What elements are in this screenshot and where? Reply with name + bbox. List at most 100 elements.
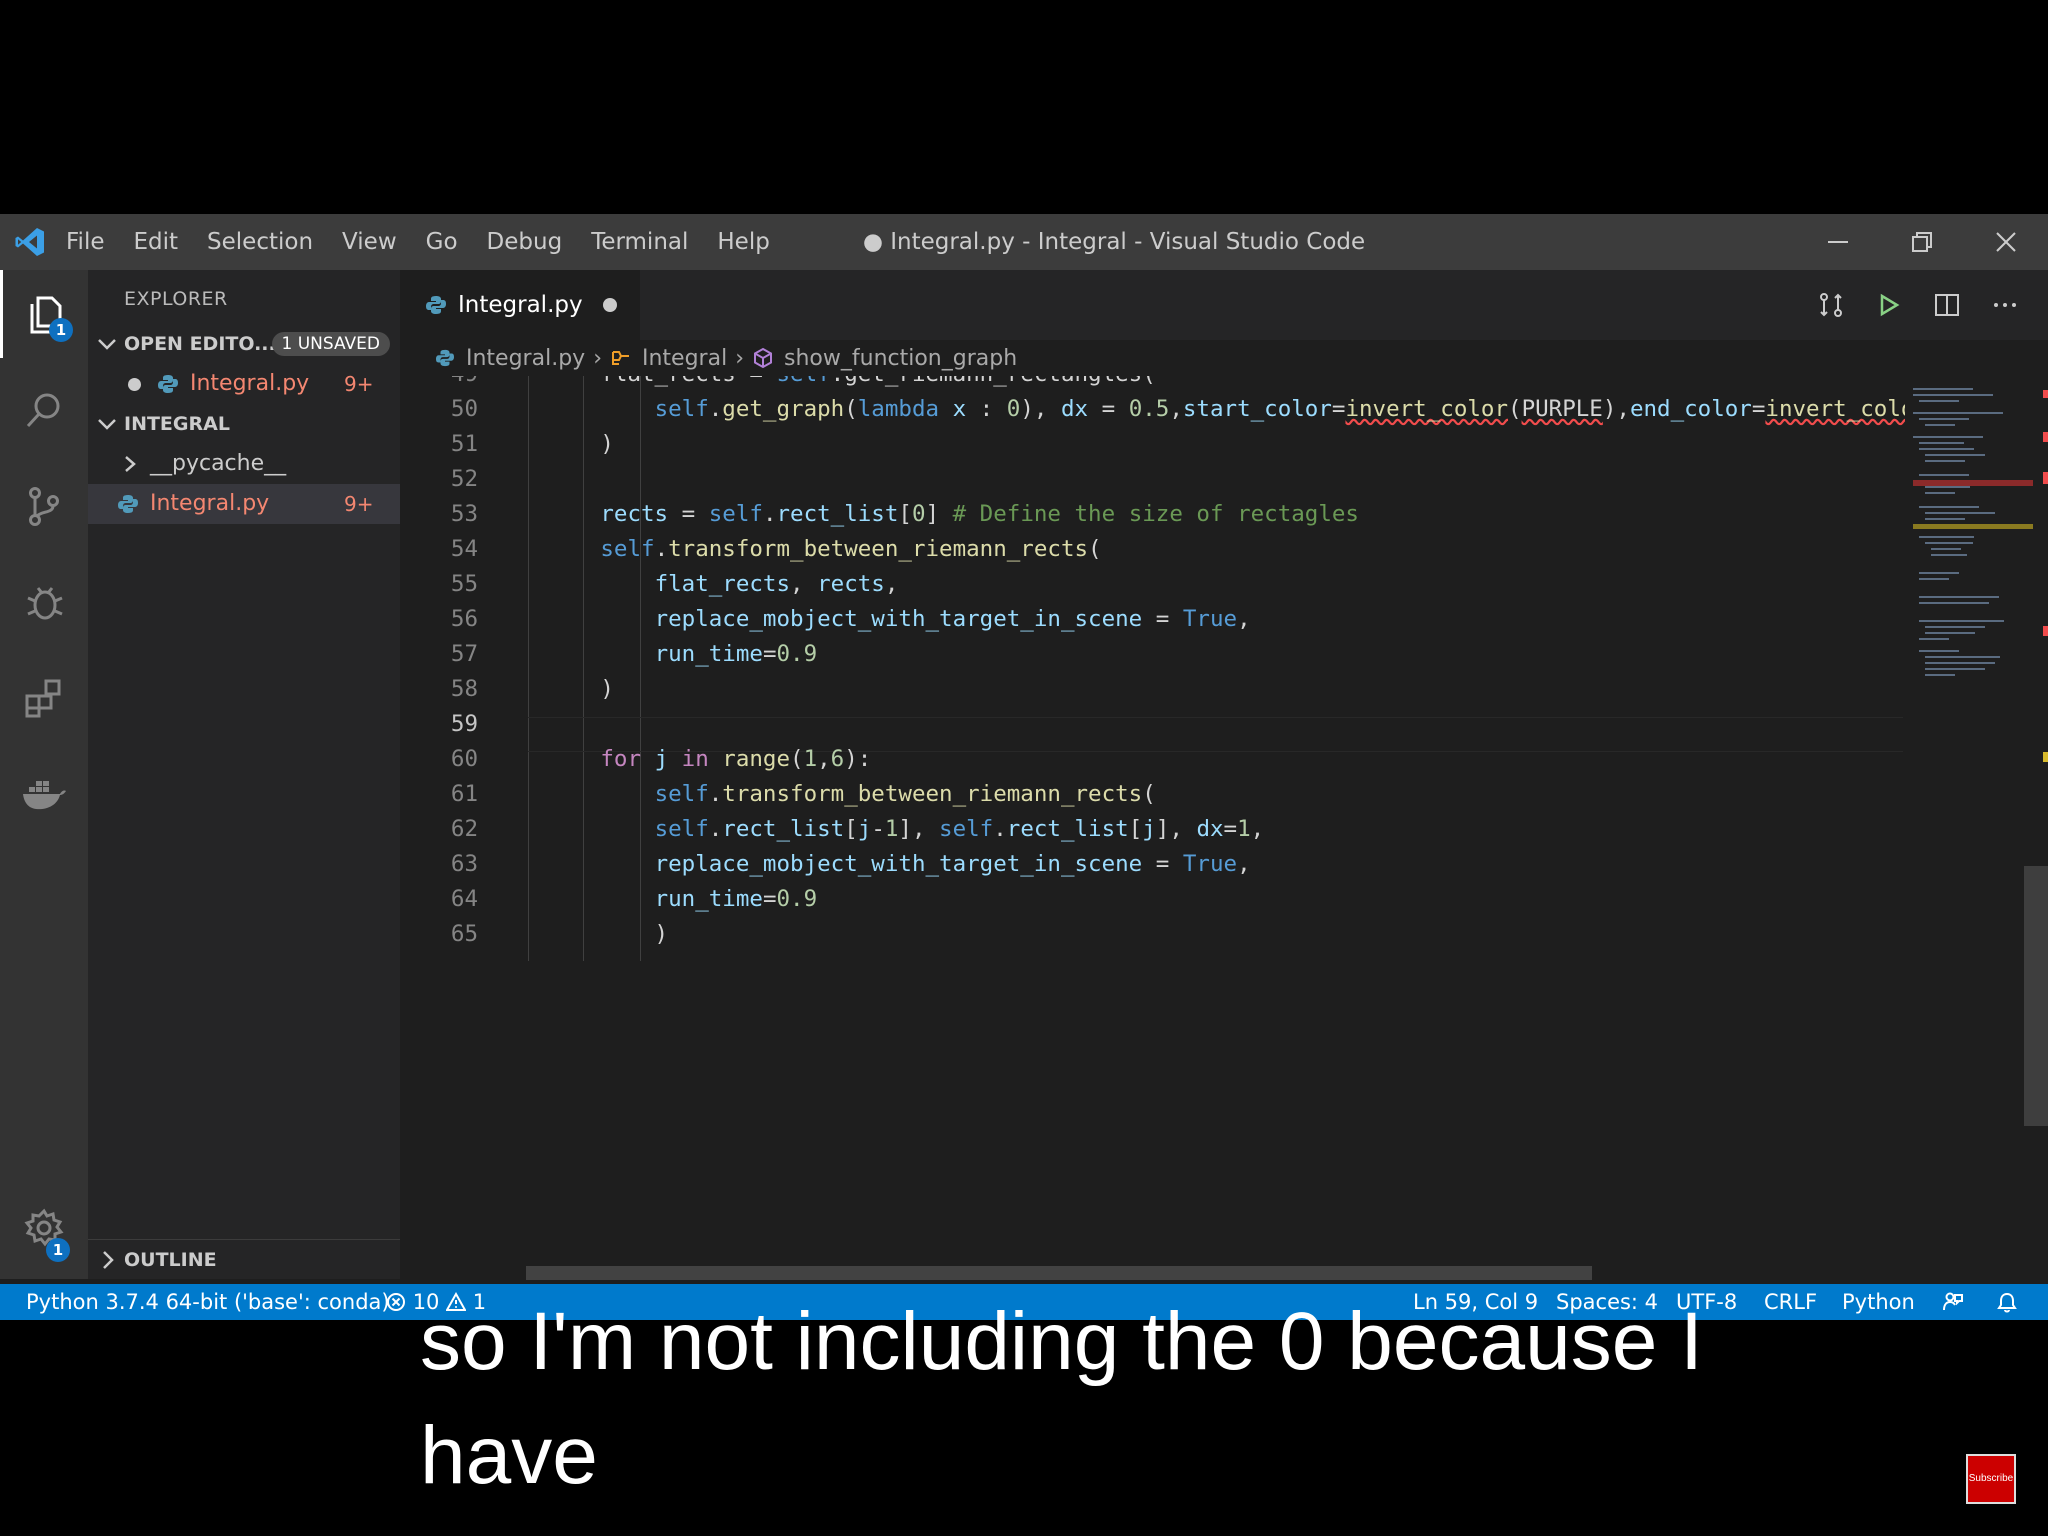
explorer-sidebar: EXPLORER OPEN EDITO... 1 UNSAVED Integra… — [88, 270, 400, 1279]
open-editor-problems: 9+ — [344, 372, 374, 396]
split-editor-icon — [1935, 294, 1959, 316]
activity-search[interactable] — [0, 366, 88, 454]
code-line: 50 self.get_graph(lambda x : 0), dx = 0.… — [400, 392, 1905, 427]
minimize-icon — [1828, 241, 1848, 243]
code-line: 60 for j in range(1,6): — [400, 742, 1905, 777]
activity-debug[interactable] — [0, 558, 88, 646]
minimize-button[interactable] — [1796, 214, 1880, 270]
close-icon — [1996, 232, 2016, 252]
minimap[interactable] — [1905, 376, 2048, 1276]
tree-item-integral-py[interactable]: Integral.py 9+ — [88, 484, 400, 524]
python-file-icon — [426, 296, 446, 314]
breadcrumb: Integral.py › Integral › show_function_g… — [400, 340, 2048, 376]
code-line: 58 ) — [400, 672, 1905, 707]
tree-item-problems: 9+ — [344, 492, 374, 516]
line-number: 52 — [450, 466, 478, 492]
tree-item-label: __pycache__ — [150, 451, 287, 476]
activity-source-control[interactable] — [0, 462, 88, 550]
horizontal-scrollbar[interactable] — [526, 1266, 1592, 1280]
activity-manage[interactable]: 1 — [0, 1184, 88, 1272]
unsaved-badge: 1 UNSAVED — [271, 332, 390, 356]
activity-bar: 1 1 — [0, 270, 88, 1279]
bell-icon — [1997, 1292, 2017, 1313]
split-editor-button[interactable] — [1918, 285, 1976, 325]
open-changes-button[interactable] — [1802, 285, 1860, 325]
line-number: 54 — [450, 536, 478, 562]
video-caption: so I'm not including the 0 because I hav… — [420, 1285, 1980, 1513]
line-number: 63 — [450, 851, 478, 877]
editor-tabs: Integral.py — [400, 270, 2048, 340]
restore-icon — [1912, 232, 1932, 252]
breadcrumb-class[interactable]: Integral — [642, 346, 727, 371]
vertical-scrollbar[interactable] — [2024, 866, 2048, 1126]
error-icon — [387, 1293, 405, 1311]
line-number: 51 — [450, 431, 478, 457]
code-line: 54 self.transform_between_riemann_rects( — [400, 532, 1905, 567]
line-number: 62 — [450, 816, 478, 842]
tab-integral-py[interactable]: Integral.py — [400, 270, 640, 340]
line-number: 50 — [450, 396, 478, 422]
unsaved-dot-icon[interactable] — [602, 298, 617, 312]
python-interpreter[interactable]: Python 3.7.4 64-bit ('base': conda) — [26, 1284, 390, 1320]
compare-changes-icon — [1820, 293, 1842, 317]
outline-label: OUTLINE — [124, 1249, 217, 1271]
line-content: self.transform_between_riemann_rects( — [654, 781, 1156, 807]
subscribe-watermark[interactable]: Subscribe — [1966, 1454, 2016, 1504]
vscode-window: File Edit Selection View Go Debug Termin… — [0, 214, 2048, 1320]
notifications-button[interactable] — [1996, 1284, 2018, 1320]
tree-item-pycache[interactable]: __pycache__ — [88, 444, 400, 484]
more-actions-button[interactable] — [1976, 285, 2034, 325]
tree-item-label: Integral.py — [150, 491, 270, 516]
code-line: 64 run_time=0.9 — [400, 882, 1905, 917]
ellipsis-icon — [1994, 303, 2016, 307]
settings-badge: 1 — [46, 1238, 70, 1262]
breadcrumb-method[interactable]: show_function_graph — [784, 346, 1017, 371]
open-editors-label: OPEN EDITO... — [124, 333, 276, 355]
activity-extensions[interactable] — [0, 654, 88, 742]
line-number: 57 — [450, 641, 478, 667]
line-number: 58 — [450, 676, 478, 702]
line-number: 65 — [450, 921, 478, 947]
python-file-icon — [436, 349, 454, 367]
activity-docker[interactable] — [0, 750, 88, 838]
line-content: flat_rects = self.get_riemann_rectangles… — [492, 376, 1155, 392]
activity-explorer[interactable]: 1 — [0, 270, 88, 358]
restore-button[interactable] — [1880, 214, 1964, 270]
unsaved-dot-icon — [128, 378, 141, 391]
caption-line-2: have — [420, 1410, 598, 1501]
extensions-icon — [25, 679, 61, 718]
code-line: 52 — [400, 462, 1905, 497]
chevron-right-icon: › — [735, 345, 745, 371]
line-content: ) — [492, 676, 614, 702]
code-line: 59 — [400, 707, 1905, 742]
python-file-icon — [158, 375, 178, 393]
play-icon — [1880, 293, 1900, 317]
line-content: rects = self.rect_list[0] # Define the s… — [600, 501, 1359, 527]
source-control-icon — [29, 487, 59, 526]
line-number: 59 — [450, 711, 478, 737]
chevron-right-icon — [125, 456, 136, 472]
line-content: for j in range(1,6): — [600, 746, 872, 772]
line-content: replace_mobject_with_target_in_scene = T… — [654, 606, 1251, 632]
chevron-down-icon — [98, 419, 116, 430]
title-bar: File Edit Selection View Go Debug Termin… — [0, 214, 2048, 270]
open-editor-item[interactable]: Integral.py 9+ — [88, 364, 400, 404]
line-number: 61 — [450, 781, 478, 807]
folder-header[interactable]: INTEGRAL — [88, 404, 400, 444]
open-editors-header[interactable]: OPEN EDITO... 1 UNSAVED — [88, 324, 400, 364]
close-button[interactable] — [1964, 214, 2048, 270]
line-number: 56 — [450, 606, 478, 632]
breadcrumb-file[interactable]: Integral.py — [466, 346, 585, 371]
run-file-button[interactable] — [1860, 285, 1918, 325]
editor-toolbar — [1802, 270, 2034, 340]
chevron-down-icon — [98, 339, 116, 350]
code-editor[interactable]: 49 flat_rects = self.get_riemann_rectang… — [400, 376, 1905, 1276]
code-line: 62 self.rect_list[j-1], self.rect_list[j… — [400, 812, 1905, 847]
caption-line-1: so I'm not including the 0 because I — [420, 1296, 1703, 1387]
code-line: 63 replace_mobject_with_target_in_scene … — [400, 847, 1905, 882]
line-content: run_time=0.9 — [654, 641, 818, 667]
line-content: replace_mobject_with_target_in_scene = T… — [654, 851, 1251, 877]
outline-header[interactable]: OUTLINE — [88, 1239, 400, 1280]
code-line: 57 run_time=0.9 — [400, 637, 1905, 672]
docker-icon — [23, 781, 66, 810]
